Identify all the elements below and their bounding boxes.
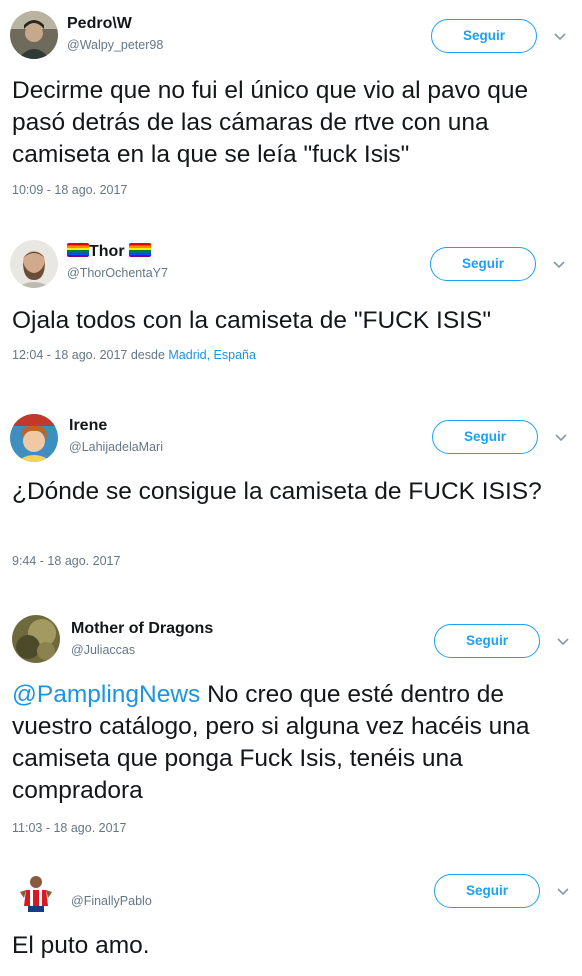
tweet-timestamp[interactable]: 9:44 - 18 ago. 2017 xyxy=(12,554,120,568)
follow-button[interactable]: Seguir xyxy=(434,874,540,908)
follow-button[interactable]: Seguir xyxy=(430,247,536,281)
tweet-text: Decirme que no fui el único que vio al p… xyxy=(12,77,529,168)
tweet-4: Mother of Dragons @Juliaccas Seguir @Pam… xyxy=(0,607,582,847)
follow-button[interactable]: Seguir xyxy=(432,420,538,454)
user-handle[interactable]: @Juliaccas xyxy=(71,643,135,657)
user-handle[interactable]: @ThorOchentaY7 xyxy=(67,266,168,280)
chevron-down-icon[interactable] xyxy=(556,887,570,897)
mention-link[interactable]: @PamplingNews xyxy=(12,681,200,708)
chevron-down-icon[interactable] xyxy=(553,32,567,42)
avatar-pedro[interactable] xyxy=(10,11,58,59)
follow-button[interactable]: Seguir xyxy=(434,624,540,658)
tweet-timestamp[interactable]: 11:03 - 18 ago. 2017 xyxy=(12,821,126,835)
chevron-down-icon[interactable] xyxy=(552,260,566,270)
tweet-text: ¿Dónde se consigue la camiseta de FUCK I… xyxy=(12,478,542,505)
chevron-down-icon[interactable] xyxy=(554,433,568,443)
follow-button[interactable]: Seguir xyxy=(431,19,537,53)
user-handle[interactable]: @LahijadelaMari xyxy=(69,440,163,454)
user-handle[interactable]: @FinallyPablo xyxy=(71,894,152,908)
tweet-text: El puto amo. xyxy=(12,932,150,959)
tweet-timestamp[interactable]: 10:09 - 18 ago. 2017 xyxy=(12,183,127,197)
tweet-timestamp[interactable]: 12:04 - 18 ago. 2017 desde Madrid, Españ… xyxy=(12,348,256,362)
tweet-1: Pedro\W @Walpy_peter98 Seguir Decirme qu… xyxy=(0,0,582,215)
user-handle[interactable]: @Walpy_peter98 xyxy=(67,38,163,52)
display-name[interactable]: Irene xyxy=(69,417,107,435)
avatar-finallypablo[interactable] xyxy=(12,870,60,918)
rainbow-flag-emoji xyxy=(129,243,151,257)
chevron-down-icon[interactable] xyxy=(556,637,570,647)
display-name[interactable]: Mother of Dragons xyxy=(71,620,213,638)
avatar-thor[interactable] xyxy=(10,240,58,288)
display-name-text: Thor xyxy=(89,243,125,260)
rainbow-flag-emoji xyxy=(67,243,89,257)
display-name[interactable]: Thor xyxy=(67,243,151,261)
tweet-text: @PamplingNews No creo que esté dentro de… xyxy=(12,679,574,807)
location-link[interactable]: Madrid, España xyxy=(168,348,256,362)
avatar-irene[interactable] xyxy=(10,414,58,462)
tweet-5: @FinallyPablo Seguir El puto amo. xyxy=(0,862,582,976)
tweet-3: Irene @LahijadelaMari Seguir ¿Dónde se c… xyxy=(0,404,582,589)
display-name[interactable]: Pedro\W xyxy=(67,15,132,33)
avatar-mother-of-dragons[interactable] xyxy=(12,615,60,663)
tweet-text: Ojala todos con la camiseta de "FUCK ISI… xyxy=(12,307,492,334)
tweet-2: Thor @ThorOchentaY7 Seguir Ojala todos c… xyxy=(0,232,582,382)
timestamp-text: 12:04 - 18 ago. 2017 desde xyxy=(12,348,169,362)
